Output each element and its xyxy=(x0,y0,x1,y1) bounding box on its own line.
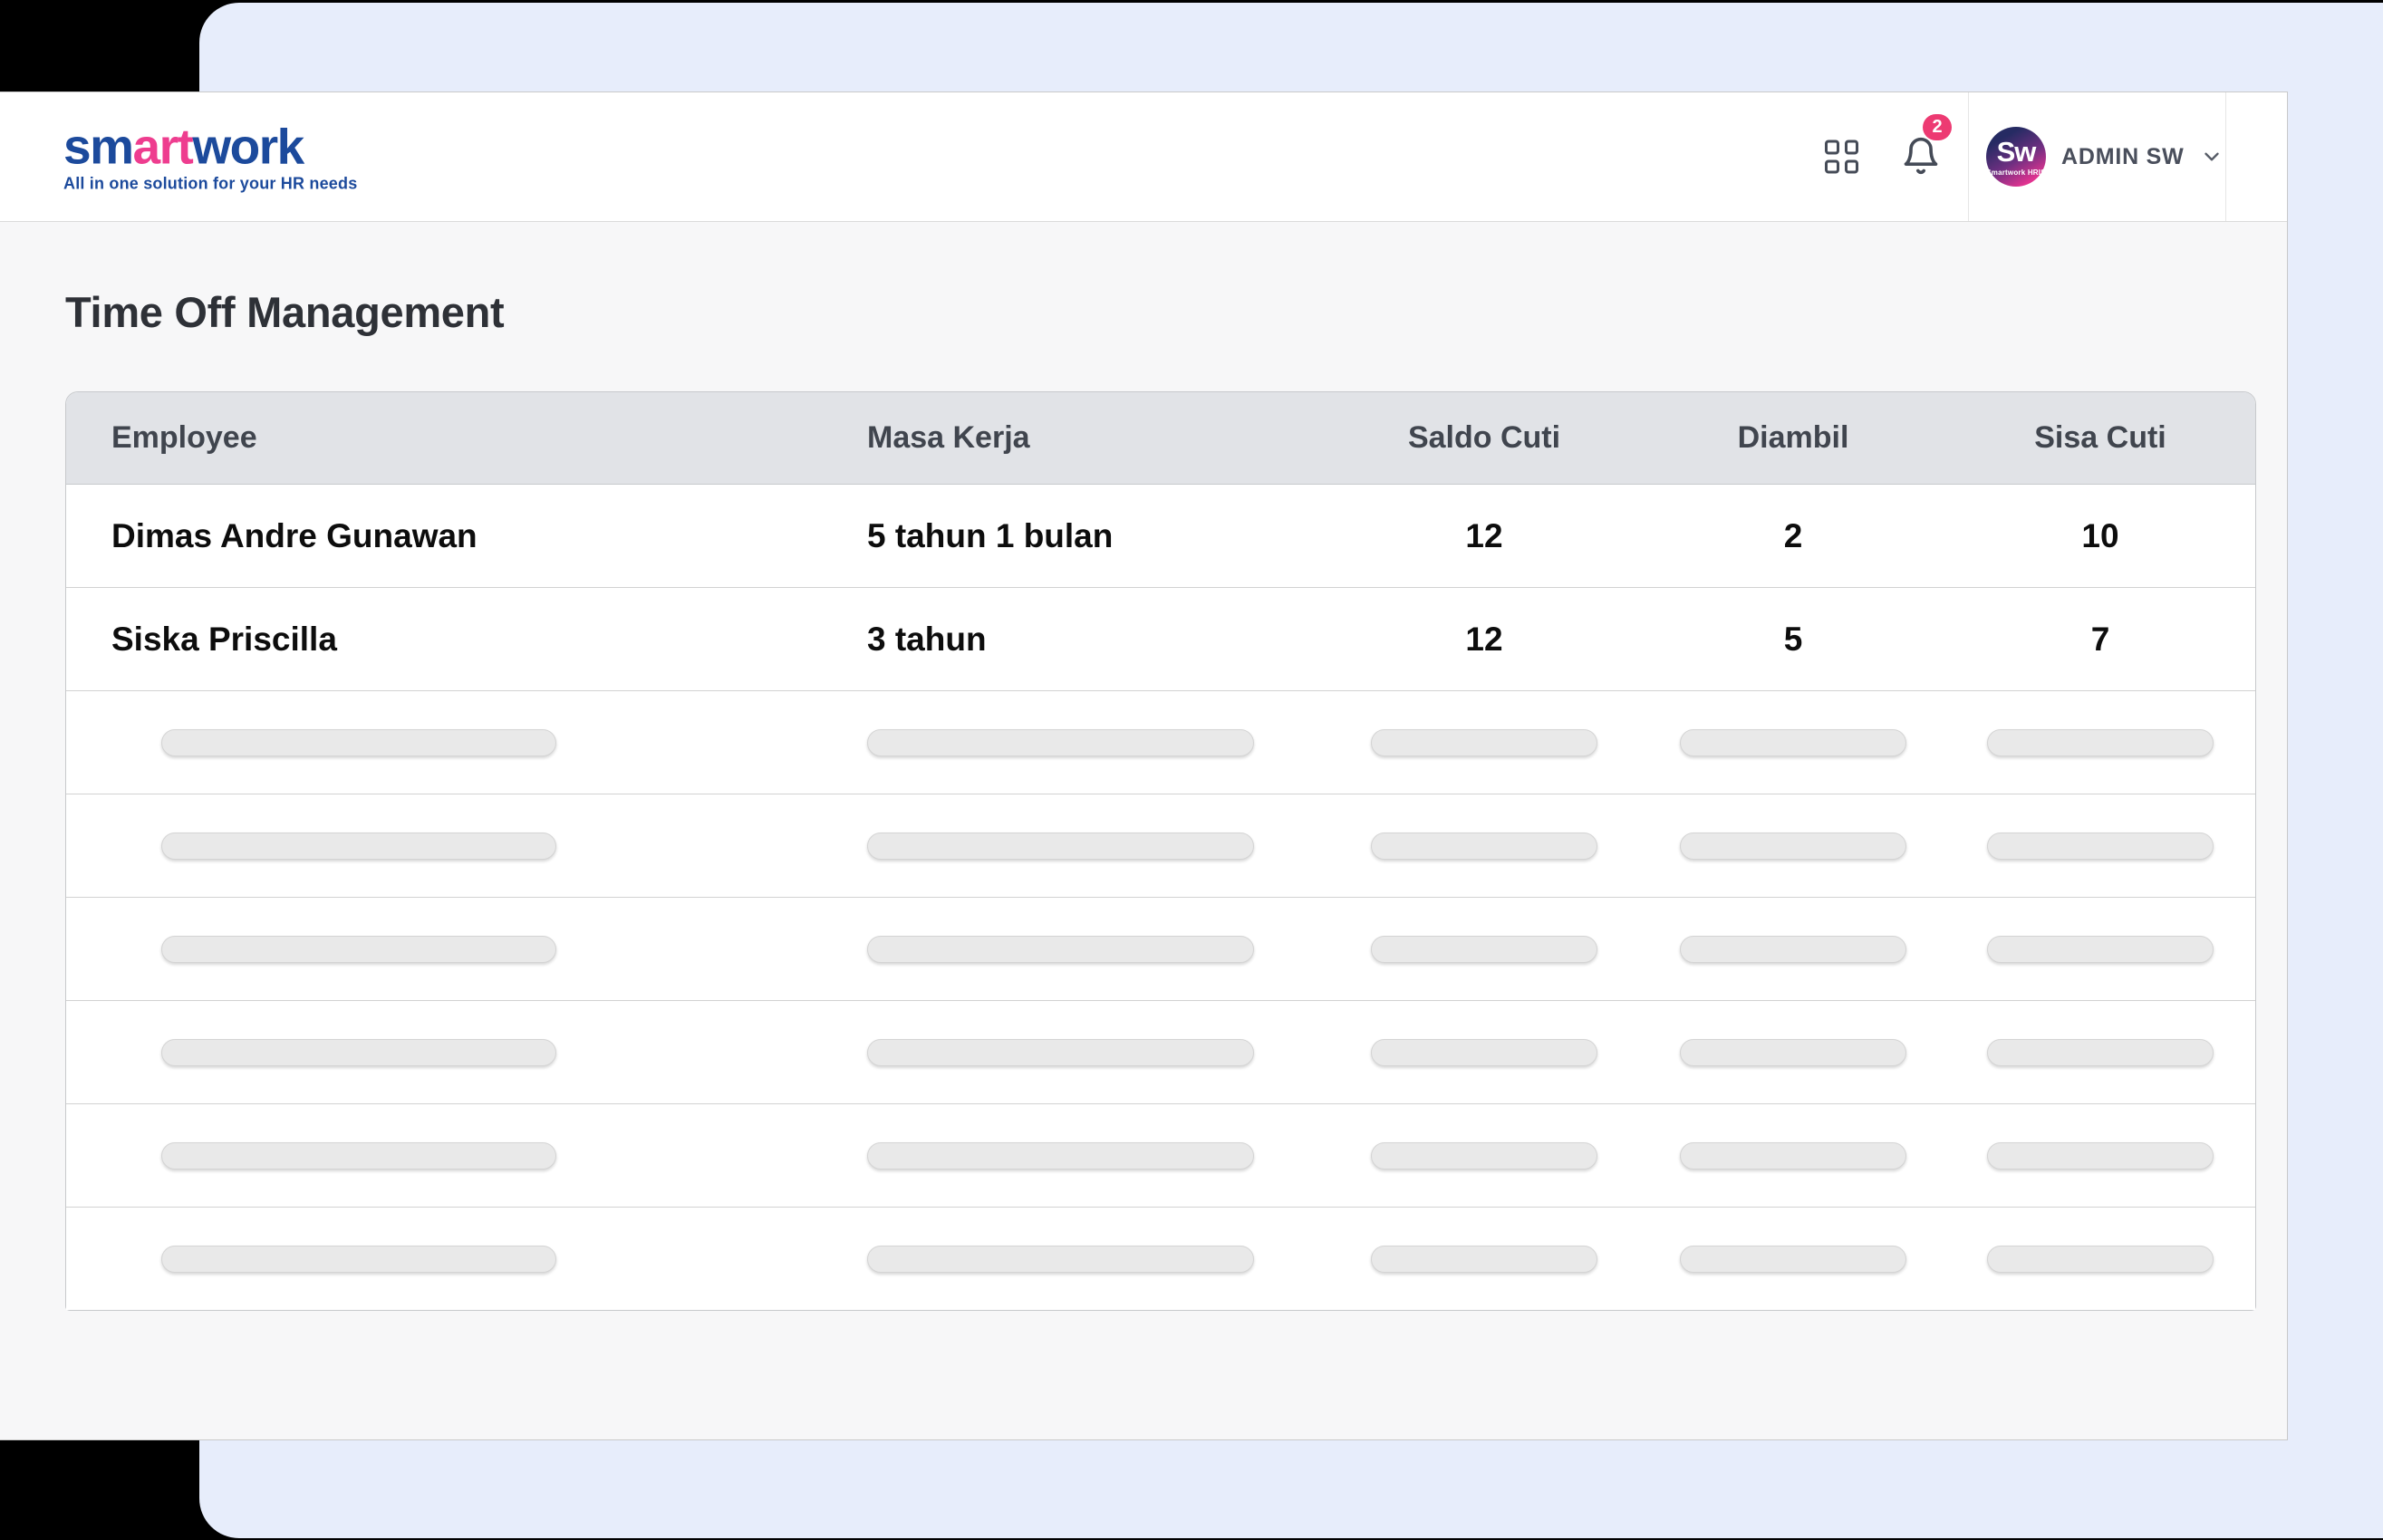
skeleton-placeholder xyxy=(867,1038,1254,1066)
avatar-caption: Smartwork HRIS xyxy=(1986,168,2046,177)
logo-part-art: art xyxy=(132,118,194,175)
skeleton-row xyxy=(66,1001,2255,1104)
user-menu[interactable]: Sw Smartwork HRIS ADMIN SW xyxy=(1986,127,2224,187)
logo-part-sm: sm xyxy=(63,118,134,175)
header-divider xyxy=(1968,92,1969,221)
skeleton-placeholder xyxy=(1680,1245,1906,1273)
top-bar: smartwork All in one solution for your H… xyxy=(0,92,2287,222)
cell-employee: Siska Priscilla xyxy=(111,620,337,658)
logo-wordmark: smartwork xyxy=(63,118,357,175)
main-content: Time Off Management Employee Masa Kerja … xyxy=(0,287,2287,1311)
column-header-employee: Employee xyxy=(111,420,257,455)
bell-icon xyxy=(1904,137,1938,175)
skeleton-placeholder xyxy=(867,832,1254,860)
skeleton-placeholder xyxy=(1987,728,2214,756)
cell-sisa-cuti: 10 xyxy=(2081,516,2119,554)
column-header-masa-kerja: Masa Kerja xyxy=(867,420,1030,455)
skeleton-placeholder xyxy=(1371,935,1597,963)
skeleton-placeholder xyxy=(1371,832,1597,860)
apps-grid-icon[interactable] xyxy=(1825,140,1858,174)
column-header-sisa-cuti: Sisa Cuti xyxy=(2034,420,2166,455)
skeleton-placeholder xyxy=(161,1038,556,1066)
skeleton-placeholder xyxy=(161,728,556,756)
skeleton-placeholder xyxy=(161,935,556,963)
skeleton-placeholder xyxy=(1680,1038,1906,1066)
cell-saldo-cuti: 12 xyxy=(1465,620,1503,658)
skeleton-placeholder xyxy=(161,1245,556,1273)
skeleton-placeholder xyxy=(1680,832,1906,860)
skeleton-placeholder xyxy=(161,1141,556,1169)
cell-masa-kerja: 3 tahun xyxy=(867,620,987,658)
cell-sisa-cuti: 7 xyxy=(2090,620,2110,658)
logo-part-work: work xyxy=(192,118,304,175)
skeleton-row xyxy=(66,1104,2255,1208)
skeleton-placeholder xyxy=(1371,1245,1597,1273)
timeoff-table: Employee Masa Kerja Saldo Cuti Diambil S… xyxy=(65,391,2256,1311)
skeleton-placeholder xyxy=(1987,832,2214,860)
table-header-row: Employee Masa Kerja Saldo Cuti Diambil S… xyxy=(66,392,2255,485)
skeleton-row xyxy=(66,691,2255,794)
app-window: smartwork All in one solution for your H… xyxy=(0,92,2287,1439)
table-row: Siska Priscilla 3 tahun 12 5 7 xyxy=(66,588,2255,691)
table-row: Dimas Andre Gunawan 5 tahun 1 bulan 12 2… xyxy=(66,485,2255,588)
skeleton-placeholder xyxy=(1371,1038,1597,1066)
logo-tagline: All in one solution for your HR needs xyxy=(63,174,358,193)
cell-employee: Dimas Andre Gunawan xyxy=(111,516,478,554)
cell-masa-kerja: 5 tahun 1 bulan xyxy=(867,516,1114,554)
skeleton-placeholder xyxy=(1680,935,1906,963)
cell-saldo-cuti: 12 xyxy=(1465,516,1503,554)
skeleton-placeholder xyxy=(1371,728,1597,756)
skeleton-placeholder xyxy=(1680,1141,1906,1169)
skeleton-placeholder xyxy=(1680,728,1906,756)
column-header-diambil: Diambil xyxy=(1737,420,1849,455)
avatar-initials: Sw xyxy=(1996,135,2037,168)
chevron-down-icon xyxy=(2200,145,2224,168)
skeleton-placeholder xyxy=(867,728,1254,756)
skeleton-placeholder xyxy=(1987,1141,2214,1169)
user-name: ADMIN SW xyxy=(2061,143,2185,169)
page-title: Time Off Management xyxy=(65,288,505,336)
skeleton-placeholder xyxy=(867,935,1254,963)
column-header-saldo-cuti: Saldo Cuti xyxy=(1407,420,1561,455)
skeleton-row xyxy=(66,1208,2255,1310)
cell-diambil: 5 xyxy=(1783,620,1803,658)
skeleton-placeholder xyxy=(867,1245,1254,1273)
cell-diambil: 2 xyxy=(1783,516,1803,554)
skeleton-placeholder xyxy=(1987,1245,2214,1273)
skeleton-row xyxy=(66,794,2255,898)
notifications-button[interactable]: 2 xyxy=(1899,114,1957,179)
skeleton-placeholder xyxy=(867,1141,1254,1169)
smartwork-logo: smartwork All in one solution for your H… xyxy=(63,118,358,193)
skeleton-placeholder xyxy=(161,832,556,860)
avatar: Sw Smartwork HRIS xyxy=(1986,127,2046,187)
header-divider xyxy=(2225,92,2226,221)
skeleton-row xyxy=(66,898,2255,1001)
notification-badge: 2 xyxy=(1923,114,1952,140)
skeleton-placeholder xyxy=(1987,935,2214,963)
skeleton-placeholder xyxy=(1987,1038,2214,1066)
skeleton-placeholder xyxy=(1371,1141,1597,1169)
